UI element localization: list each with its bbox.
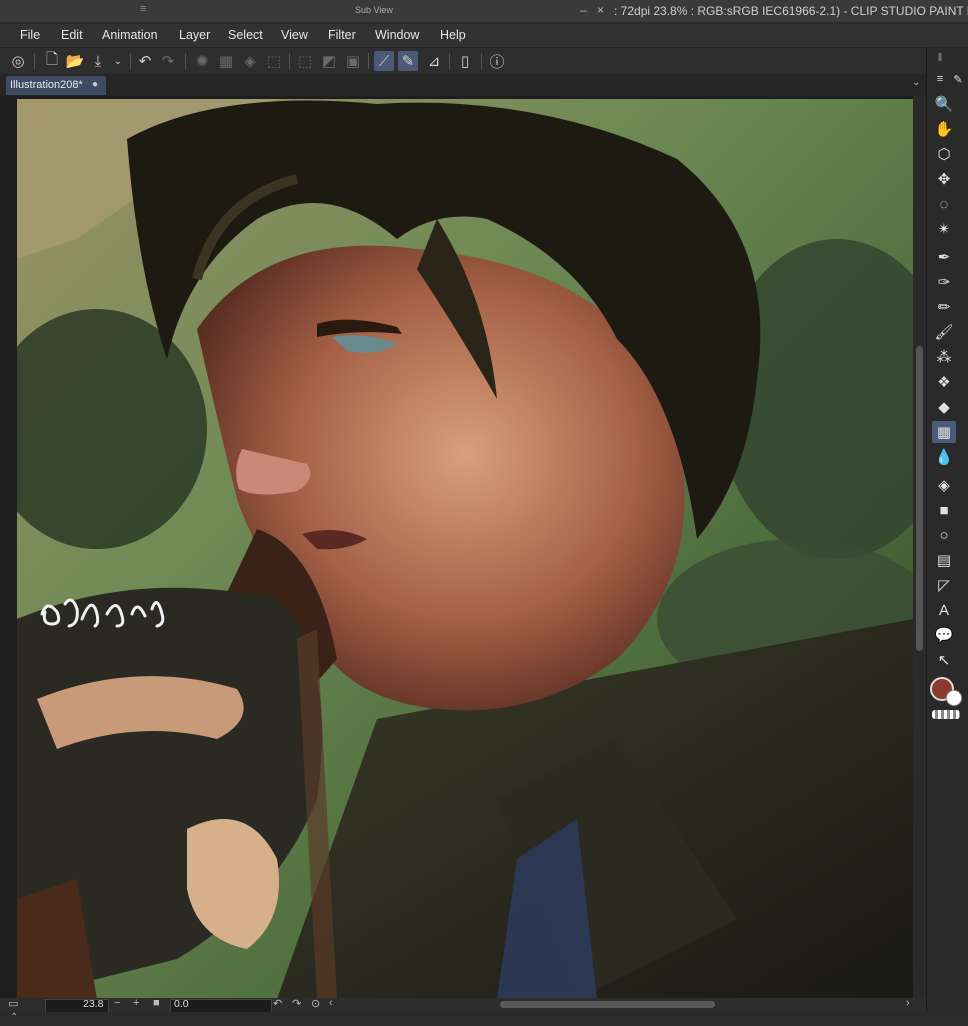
status-bar: ▭ 23.8 − + ■ 0.0 ↶ ↷ ⊙ ‹ ›: [0, 997, 926, 1013]
menu-layer[interactable]: Layer: [179, 28, 210, 42]
sub-view-label[interactable]: Sub View: [355, 5, 393, 15]
fill-icon[interactable]: ◈: [240, 51, 260, 71]
save-icon[interactable]: ⤓: [88, 51, 108, 71]
menu-view[interactable]: View: [281, 28, 308, 42]
painting-image: [17, 99, 913, 999]
document-tab[interactable]: Illustration208* ●: [6, 76, 106, 95]
sub-color-swatch[interactable]: [946, 690, 962, 706]
erase-icon[interactable]: ✺: [192, 51, 212, 71]
separator: [449, 53, 450, 69]
correct-line-icon[interactable]: ↖: [932, 649, 956, 671]
frame-border-icon[interactable]: ▤: [932, 549, 956, 571]
rotate-right-icon[interactable]: ↷: [292, 997, 301, 1010]
horizontal-scroll-thumb[interactable]: [500, 1001, 715, 1008]
transparent-color-swatch[interactable]: [932, 710, 960, 719]
canvas-area[interactable]: [0, 96, 926, 999]
hand-tool-icon[interactable]: ✋: [932, 118, 956, 140]
menu-bar: File Edit Animation Layer Select View Fi…: [0, 24, 968, 47]
separator: [289, 53, 290, 69]
menu-animation[interactable]: Animation: [102, 28, 158, 42]
artwork-canvas[interactable]: [17, 99, 913, 999]
redo-icon[interactable]: ↷: [158, 51, 178, 71]
rotate-left-icon[interactable]: ↶: [273, 997, 282, 1010]
pencil-icon[interactable]: ✏: [932, 296, 956, 318]
menu-window[interactable]: Window: [375, 28, 419, 42]
zoom-out-icon[interactable]: −: [114, 997, 120, 1009]
expand-up-icon[interactable]: ⌃: [10, 1012, 18, 1023]
pen-icon[interactable]: ✑: [932, 271, 956, 293]
zoom-tool-icon[interactable]: 🔍: [932, 93, 956, 115]
new-file-icon[interactable]: 🗋: [42, 51, 62, 71]
separator: [130, 53, 131, 69]
figure-icon[interactable]: ○: [932, 524, 956, 546]
zoom-value: 23.8: [83, 998, 104, 1010]
gradient-icon[interactable]: ■: [932, 499, 956, 521]
vertical-scrollbar[interactable]: [913, 96, 926, 998]
document-info: : 72dpi 23.8% : RGB:sRGB IEC61966-2.1) -…: [614, 4, 968, 18]
open-folder-icon[interactable]: 📂: [65, 51, 85, 71]
clear-outside-icon[interactable]: ▦: [216, 51, 236, 71]
reset-rotation-icon[interactable]: ⊙: [311, 997, 320, 1010]
artist-signature: [40, 598, 165, 628]
text-tool-icon[interactable]: A: [932, 599, 956, 621]
drag-handle-icon[interactable]: ≡: [140, 3, 146, 15]
blur-icon[interactable]: 💧: [932, 446, 956, 468]
separator: [368, 53, 369, 69]
menu-edit[interactable]: Edit: [61, 28, 83, 42]
menu-file[interactable]: File: [20, 28, 40, 42]
airbrush-icon[interactable]: ⁂: [932, 346, 956, 368]
scroll-right-icon[interactable]: ›: [906, 997, 910, 1009]
vertical-scroll-thumb[interactable]: [916, 346, 923, 651]
tab-close-icon[interactable]: ●: [92, 79, 98, 90]
menu-filter[interactable]: Filter: [328, 28, 356, 42]
navigator-icon[interactable]: ▭: [8, 997, 18, 1010]
magic-wand-icon[interactable]: ✴: [932, 218, 956, 240]
clip-studio-icon[interactable]: ◎: [8, 51, 28, 71]
balloon-icon[interactable]: 💬: [932, 624, 956, 646]
flip-icon[interactable]: ‹: [329, 997, 333, 1009]
move-layer-icon[interactable]: ✥: [932, 168, 956, 190]
title-bar: ≡ Sub View – × : 72dpi 23.8% : RGB:sRGB …: [0, 0, 968, 22]
eyedropper-icon[interactable]: ✒: [932, 246, 956, 268]
lasso-select-icon[interactable]: ◌: [932, 193, 956, 215]
object-tool-icon[interactable]: ⬡: [932, 143, 956, 165]
smartphone-icon[interactable]: ▯: [455, 51, 475, 71]
separator: [481, 53, 482, 69]
invert-selection-icon[interactable]: ◩: [319, 51, 339, 71]
snap-special-ruler-icon[interactable]: ✎: [398, 51, 418, 71]
transform-icon[interactable]: ⬚: [264, 51, 284, 71]
close-icon[interactable]: ×: [597, 3, 604, 17]
snap-grid-icon[interactable]: ⊿: [424, 51, 444, 71]
fit-icon[interactable]: ■: [153, 997, 160, 1009]
deselect-icon[interactable]: ⬚: [295, 51, 315, 71]
tab-list-chevron-icon[interactable]: ⌄: [912, 77, 920, 88]
brush-icon[interactable]: 🖌: [932, 321, 956, 343]
document-tab-label: Illustration208*: [10, 79, 83, 91]
bottom-bar: ⌃: [0, 1012, 968, 1026]
document-tab-bar: Illustration208* ● ⌄: [0, 74, 926, 96]
snap-ruler-icon[interactable]: ⟋: [374, 51, 394, 71]
show-selection-icon[interactable]: ▣: [343, 51, 363, 71]
menu-select[interactable]: Select: [228, 28, 263, 42]
separator: [34, 53, 35, 69]
undo-icon[interactable]: ↶: [135, 51, 155, 71]
decoration-icon[interactable]: ❖: [932, 371, 956, 393]
palette-grip-icon[interactable]: ‖: [928, 47, 952, 69]
help-icon[interactable]: ⓘ: [487, 51, 507, 71]
zoom-in-icon[interactable]: +: [133, 997, 139, 1009]
save-dropdown-icon[interactable]: ⌄: [108, 51, 128, 71]
fill-bucket-icon[interactable]: ◈: [932, 474, 956, 496]
eraser-icon[interactable]: ◆: [932, 396, 956, 418]
minimize-icon[interactable]: –: [580, 3, 587, 17]
separator: [185, 53, 186, 69]
palette-brush-icon[interactable]: ✎: [946, 68, 968, 90]
menu-help[interactable]: Help: [440, 28, 466, 42]
angle-value: 0.0: [174, 998, 189, 1010]
blend-tool-icon[interactable]: ▦: [932, 421, 956, 443]
command-bar: ◎ 🗋 📂 ⤓ ⌄ ↶ ↷ ✺ ▦ ◈ ⬚ ⬚ ◩ ▣ ⟋ ✎ ⊿ ▯ ⓘ: [0, 47, 926, 76]
ruler-icon[interactable]: ◸: [932, 574, 956, 596]
